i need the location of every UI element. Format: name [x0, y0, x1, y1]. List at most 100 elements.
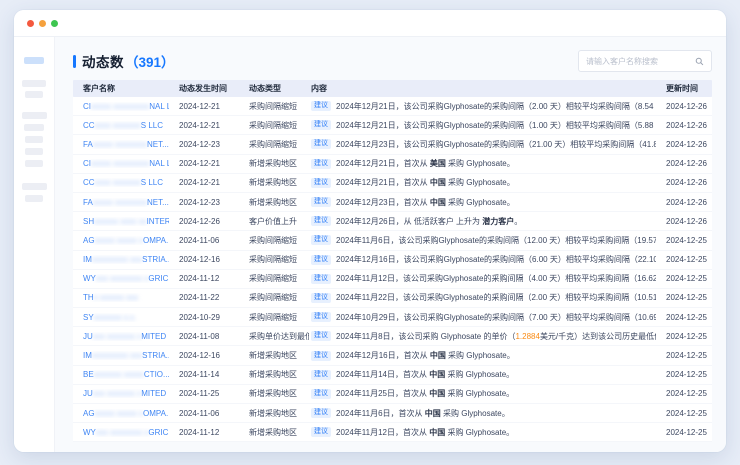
table-body: CIxxxxx xxxxxxxxxNAL L...2024-12-21采购间隔缩…	[73, 97, 712, 442]
content-cell: 建议2024年11月12日，首次从 中国 采购 Glyphosate。	[309, 427, 656, 438]
redacted-name-segment: xxx xxxxxxx x	[93, 332, 141, 341]
traffic-light-close-button[interactable]	[27, 20, 34, 27]
table-row: AGxxxxx xxxxx xOMPA...2024-11-06采购间隔缩短建议…	[73, 231, 712, 250]
dynamics-table: 客户名称 动态发生时间 动态类型 内容 更新时间 CIxxxxx xxxxxxx…	[73, 80, 712, 442]
customer-name-link[interactable]: CIxxxxx xxxxxxxxxNAL L...	[73, 102, 169, 111]
updated-time-cell: 2024-12-25	[656, 313, 712, 322]
suggestion-badge: 建议	[311, 312, 331, 322]
table-row: AGxxxxx xxxxx xOMPA...2024-11-06新增采购地区建议…	[73, 404, 712, 423]
content-cell: 建议2024年12月23日，首次从 中国 采购 Glyphosate。	[309, 197, 656, 208]
content-cell: 建议2024年12月21日，首次从 中国 采购 Glyphosate。	[309, 177, 656, 188]
updated-time-cell: 2024-12-26	[656, 159, 712, 168]
sidebar-item[interactable]	[22, 112, 47, 119]
content-cell: 建议 2024年11月6日，首次从 中国 采购 Glyphosate。	[309, 408, 656, 419]
updated-time-cell: 2024-12-25	[656, 236, 712, 245]
customer-name-link[interactable]: SYxxxxxxx x.x.	[73, 313, 169, 322]
sidebar-item[interactable]	[25, 91, 43, 98]
dynamic-type-cell: 采购间隔缩短	[239, 120, 309, 131]
redacted-name-segment: xxxxxxxxx xxx	[92, 351, 142, 360]
suggestion-badge: 建议	[311, 139, 331, 149]
redacted-name-segment: xxxxxxx x.x.	[94, 313, 137, 322]
customer-name-link[interactable]: SHxxxxxx xxxx xxINTER...	[73, 217, 169, 226]
content-cell: 建议2024年12月21日，该公司采购Glyphosate的采购间隔（1.00 …	[309, 120, 656, 131]
traffic-light-minimize-button[interactable]	[39, 20, 46, 27]
suggestion-badge: 建议	[311, 389, 331, 399]
sidebar-item[interactable]	[25, 148, 43, 155]
customer-name-link[interactable]: WYxxx xxxxxxxx xGRIC ...	[73, 274, 169, 283]
customer-name-link[interactable]: BExxxxxxx xxxxxCTIO...	[73, 370, 169, 379]
traffic-light-zoom-button[interactable]	[51, 20, 58, 27]
customer-name-link[interactable]: AGxxxxx xxxxx xOMPA...	[73, 236, 169, 245]
table-header-row: 客户名称 动态发生时间 动态类型 内容 更新时间	[73, 80, 712, 97]
dynamic-type-cell: 采购间隔缩短	[239, 273, 309, 284]
customer-name-link[interactable]: AGxxxxx xxxxx xOMPA...	[73, 409, 169, 418]
dynamic-type-cell: 新增采购地区	[239, 408, 309, 419]
dynamic-type-cell: 采购单价达到最低值	[239, 331, 309, 342]
col-header-updated-time: 更新时间	[656, 83, 712, 94]
sidebar-item-active[interactable]	[24, 57, 44, 64]
content-text: 2024年11月22日，该公司采购Glyphosate的采购间隔（2.00 天）…	[336, 292, 656, 303]
sidebar-item[interactable]	[25, 160, 43, 167]
title-accent-bar	[73, 55, 76, 68]
updated-time-cell: 2024-12-25	[656, 370, 712, 379]
updated-time-cell: 2024-12-25	[656, 409, 712, 418]
sidebar-item[interactable]	[25, 195, 43, 202]
dynamic-type-cell: 采购间隔缩短	[239, 139, 309, 150]
content-text: 2024年12月23日，该公司采购Glyphosate的采购间隔（21.00 天…	[336, 139, 656, 150]
suggestion-badge: 建议	[311, 408, 331, 418]
customer-name-link[interactable]: IMxxxxxxxxx xxxSTRIA...	[73, 351, 169, 360]
occurred-time-cell: 2024-12-26	[169, 217, 239, 226]
updated-time-cell: 2024-12-25	[656, 332, 712, 341]
dynamic-type-cell: 采购间隔缩短	[239, 254, 309, 265]
redacted-name-segment: xxxxx xxxxxxxxx	[91, 159, 149, 168]
sidebar-item[interactable]	[22, 183, 47, 190]
content-text: 2024年11月6日，首次从 中国 采购 Glyphosate。	[336, 408, 510, 419]
table-row: IMxxxxxxxxx xxxSTRIA...2024-12-16新增采购地区建…	[73, 346, 712, 365]
redacted-name-segment: xxx xxxxxxxx x	[96, 428, 148, 437]
updated-time-cell: 2024-12-26	[656, 198, 712, 207]
customer-search-box[interactable]	[578, 50, 712, 72]
app-window: 动态数 （391） 客户名称 动态发生时间 动态类型 内容	[14, 10, 726, 452]
occurred-time-cell: 2024-12-21	[169, 102, 239, 111]
sidebar-item[interactable]	[25, 136, 43, 143]
customer-name-link[interactable]: JUxxx xxxxxxx xMITED	[73, 389, 169, 398]
customer-name-link[interactable]: WYxxx xxxxxxxx xGRIC ...	[73, 428, 169, 437]
suggestion-badge: 建议	[311, 159, 331, 169]
content-cell: 建议2024年11月12日，该公司采购Glyphosate的采购间隔（4.00 …	[309, 273, 656, 284]
customer-name-link[interactable]: CCxxxx xxxxxxxS LLC	[73, 121, 169, 130]
sidebar-item[interactable]	[22, 80, 46, 87]
sidebar-item[interactable]	[24, 124, 44, 131]
occurred-time-cell: 2024-12-23	[169, 140, 239, 149]
occurred-time-cell: 2024-11-25	[169, 389, 239, 398]
customer-name-link[interactable]: IMxxxxxxxxx xxxSTRIA...	[73, 255, 169, 264]
occurred-time-cell: 2024-11-12	[169, 428, 239, 437]
occurred-time-cell: 2024-11-06	[169, 409, 239, 418]
content-text: 2024年11月8日，该公司采购 Glyphosate 的单价（1.2884美元…	[336, 331, 656, 342]
dynamic-type-cell: 新增采购地区	[239, 388, 309, 399]
content-text: 2024年12月26日，从 低活跃客户 上升为 潜力客户。	[336, 216, 522, 227]
customer-name-link[interactable]: FAxxxxx xxxxxxxxNET...	[73, 140, 169, 149]
table-row: JUxxx xxxxxxx xMITED2024-11-08采购单价达到最低值建…	[73, 327, 712, 346]
col-header-occurred-time: 动态发生时间	[169, 83, 239, 94]
customer-name-link[interactable]: CCxxxx xxxxxxxS LLC	[73, 178, 169, 187]
window-titlebar	[14, 10, 726, 37]
table-row: CIxxxxx xxxxxxxxxNAL L...2024-12-21采购间隔缩…	[73, 97, 712, 116]
content-text: 2024年12月21日，首次从 美国 采购 Glyphosate。	[336, 158, 515, 169]
customer-search-input[interactable]	[586, 57, 695, 66]
customer-name-link[interactable]: JUxxx xxxxxxx xMITED	[73, 332, 169, 341]
dynamic-type-cell: 采购间隔缩短	[239, 312, 309, 323]
content-text: 2024年12月21日，首次从 中国 采购 Glyphosate。	[336, 177, 515, 188]
customer-name-link[interactable]: THx xxxxxx xxx	[73, 293, 169, 302]
occurred-time-cell: 2024-11-22	[169, 293, 239, 302]
content-text: 2024年12月21日，该公司采购Glyphosate的采购间隔（1.00 天）…	[336, 120, 656, 131]
occurred-time-cell: 2024-10-29	[169, 313, 239, 322]
search-icon[interactable]	[695, 57, 704, 66]
sidebar	[14, 37, 55, 452]
col-header-customer-name: 客户名称	[73, 83, 169, 94]
customer-name-link[interactable]: CIxxxxx xxxxxxxxxNAL L...	[73, 159, 169, 168]
customer-name-link[interactable]: FAxxxxx xxxxxxxxNET...	[73, 198, 169, 207]
updated-time-cell: 2024-12-26	[656, 217, 712, 226]
table-row: SHxxxxxx xxxx xxINTER...2024-12-26客户价值上升…	[73, 212, 712, 231]
suggestion-badge: 建议	[311, 101, 331, 111]
content-cell: 建议2024年11月22日，该公司采购Glyphosate的采购间隔（2.00 …	[309, 292, 656, 303]
